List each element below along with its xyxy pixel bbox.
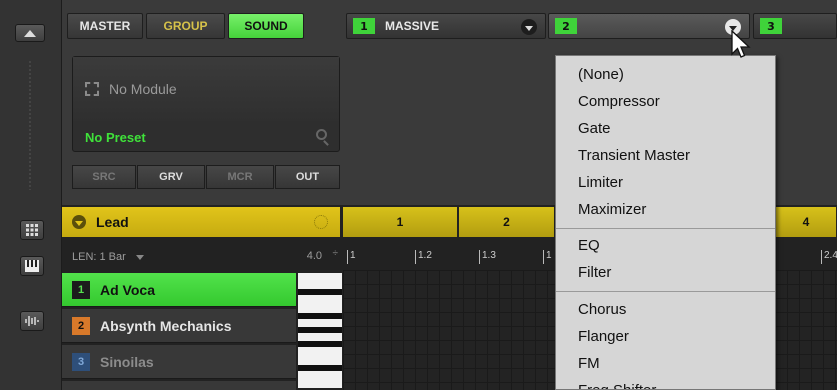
menu-item-limiter[interactable]: Limiter <box>578 170 623 194</box>
length-selector[interactable]: LEN: 1 Bar 4.0 ÷ <box>62 244 344 270</box>
menu-item-flanger[interactable]: Flanger <box>578 324 629 348</box>
collapse-up-button[interactable] <box>15 24 45 42</box>
piano-key-black[interactable] <box>298 341 342 347</box>
ruler-tick: 1.2 <box>415 250 432 264</box>
group-header[interactable]: Lead <box>62 207 340 237</box>
strip-dots <box>28 60 32 190</box>
effect-dropdown-menu: (None) Compressor Gate Transient Master … <box>555 55 776 390</box>
tab-master[interactable]: MASTER <box>67 13 143 39</box>
menu-item-compressor[interactable]: Compressor <box>578 89 660 113</box>
plugin-slot-3[interactable]: 3 <box>753 13 837 39</box>
grv-button[interactable]: GRV <box>137 165 205 189</box>
piano-key-black[interactable] <box>298 313 342 319</box>
sound-name: Absynth Mechanics <box>100 317 232 334</box>
menu-item-gate[interactable]: Gate <box>578 116 611 140</box>
chevron-down-icon[interactable] <box>72 215 86 229</box>
ruler-tick: 1 <box>543 250 552 264</box>
slot-number: 3 <box>760 18 782 34</box>
sound-row-2[interactable]: 2 Absynth Mechanics <box>62 309 296 343</box>
menu-item-eq[interactable]: EQ <box>578 233 600 257</box>
ruler-tick: 1.3 <box>479 250 496 264</box>
sound-number: 2 <box>72 316 90 335</box>
slot-name: MASSIVE <box>385 19 440 33</box>
ruler-tick: 2.4 <box>821 250 837 264</box>
group-name: Lead <box>96 214 129 230</box>
chevron-down-icon[interactable] <box>521 19 537 35</box>
pattern-tab-4[interactable]: 4 <box>776 207 837 237</box>
menu-item-freq-shifter[interactable]: Freq Shifter <box>578 378 656 390</box>
length-label: LEN: 1 Bar <box>72 251 126 263</box>
menu-item-chorus[interactable]: Chorus <box>578 297 626 321</box>
piano-key-black[interactable] <box>298 327 342 333</box>
sound-row-3[interactable]: 3 Sinoilas <box>62 345 296 379</box>
module-panel[interactable]: No Module No Preset <box>72 56 340 152</box>
mcr-button[interactable]: MCR <box>206 165 274 189</box>
piano-key-black[interactable] <box>298 289 342 295</box>
step-stepper[interactable]: ÷ <box>333 248 339 259</box>
sound-number: 1 <box>72 280 90 299</box>
sound-number: 3 <box>72 352 90 371</box>
step-value: 4.0 <box>306 250 322 262</box>
sound-name: Sinoilas <box>100 353 154 370</box>
menu-item-transient-master[interactable]: Transient Master <box>578 143 690 167</box>
sound-row-1[interactable]: 1 Ad Voca <box>62 273 296 307</box>
search-icon[interactable] <box>316 129 327 140</box>
tab-sound[interactable]: SOUND <box>228 13 304 39</box>
pattern-tab-2[interactable]: 2 <box>459 207 555 237</box>
drag-handle-icon[interactable] <box>314 215 328 229</box>
menu-separator <box>556 291 775 292</box>
ruler-tick: 1 <box>347 250 356 264</box>
plugin-slot-2[interactable]: 2 <box>548 13 750 39</box>
tab-group[interactable]: GROUP <box>146 13 225 39</box>
pattern-tab-1[interactable]: 1 <box>343 207 458 237</box>
src-button[interactable]: SRC <box>72 165 136 189</box>
module-placeholder-label: No Module <box>109 81 177 97</box>
pattern-grid-icon[interactable] <box>20 220 44 240</box>
chevron-down-icon[interactable] <box>135 254 144 260</box>
menu-item-maximizer[interactable]: Maximizer <box>578 197 646 221</box>
menu-item-none[interactable]: (None) <box>578 62 624 86</box>
plugin-slot-1[interactable]: 1 MASSIVE <box>346 13 546 39</box>
out-button[interactable]: OUT <box>275 165 340 189</box>
sound-row-4[interactable] <box>62 381 296 390</box>
keyboard-icon[interactable] <box>20 256 44 276</box>
menu-item-filter[interactable]: Filter <box>578 260 611 284</box>
left-strip <box>0 0 62 390</box>
waveform-icon[interactable] <box>20 311 44 331</box>
piano-key-black[interactable] <box>298 365 342 371</box>
slot-number: 1 <box>353 18 375 34</box>
top-tab-bar: MASTER GROUP SOUND 1 MASSIVE 2 3 <box>62 0 837 45</box>
module-display: No Module <box>73 57 339 121</box>
mouse-cursor-icon <box>731 30 751 58</box>
preset-row[interactable]: No Preset <box>73 123 339 151</box>
sound-name: Ad Voca <box>100 281 155 298</box>
module-placeholder-icon <box>85 82 99 96</box>
preset-label: No Preset <box>85 129 146 145</box>
slot-number: 2 <box>555 18 577 34</box>
menu-separator <box>556 228 775 229</box>
menu-item-fm[interactable]: FM <box>578 351 600 375</box>
